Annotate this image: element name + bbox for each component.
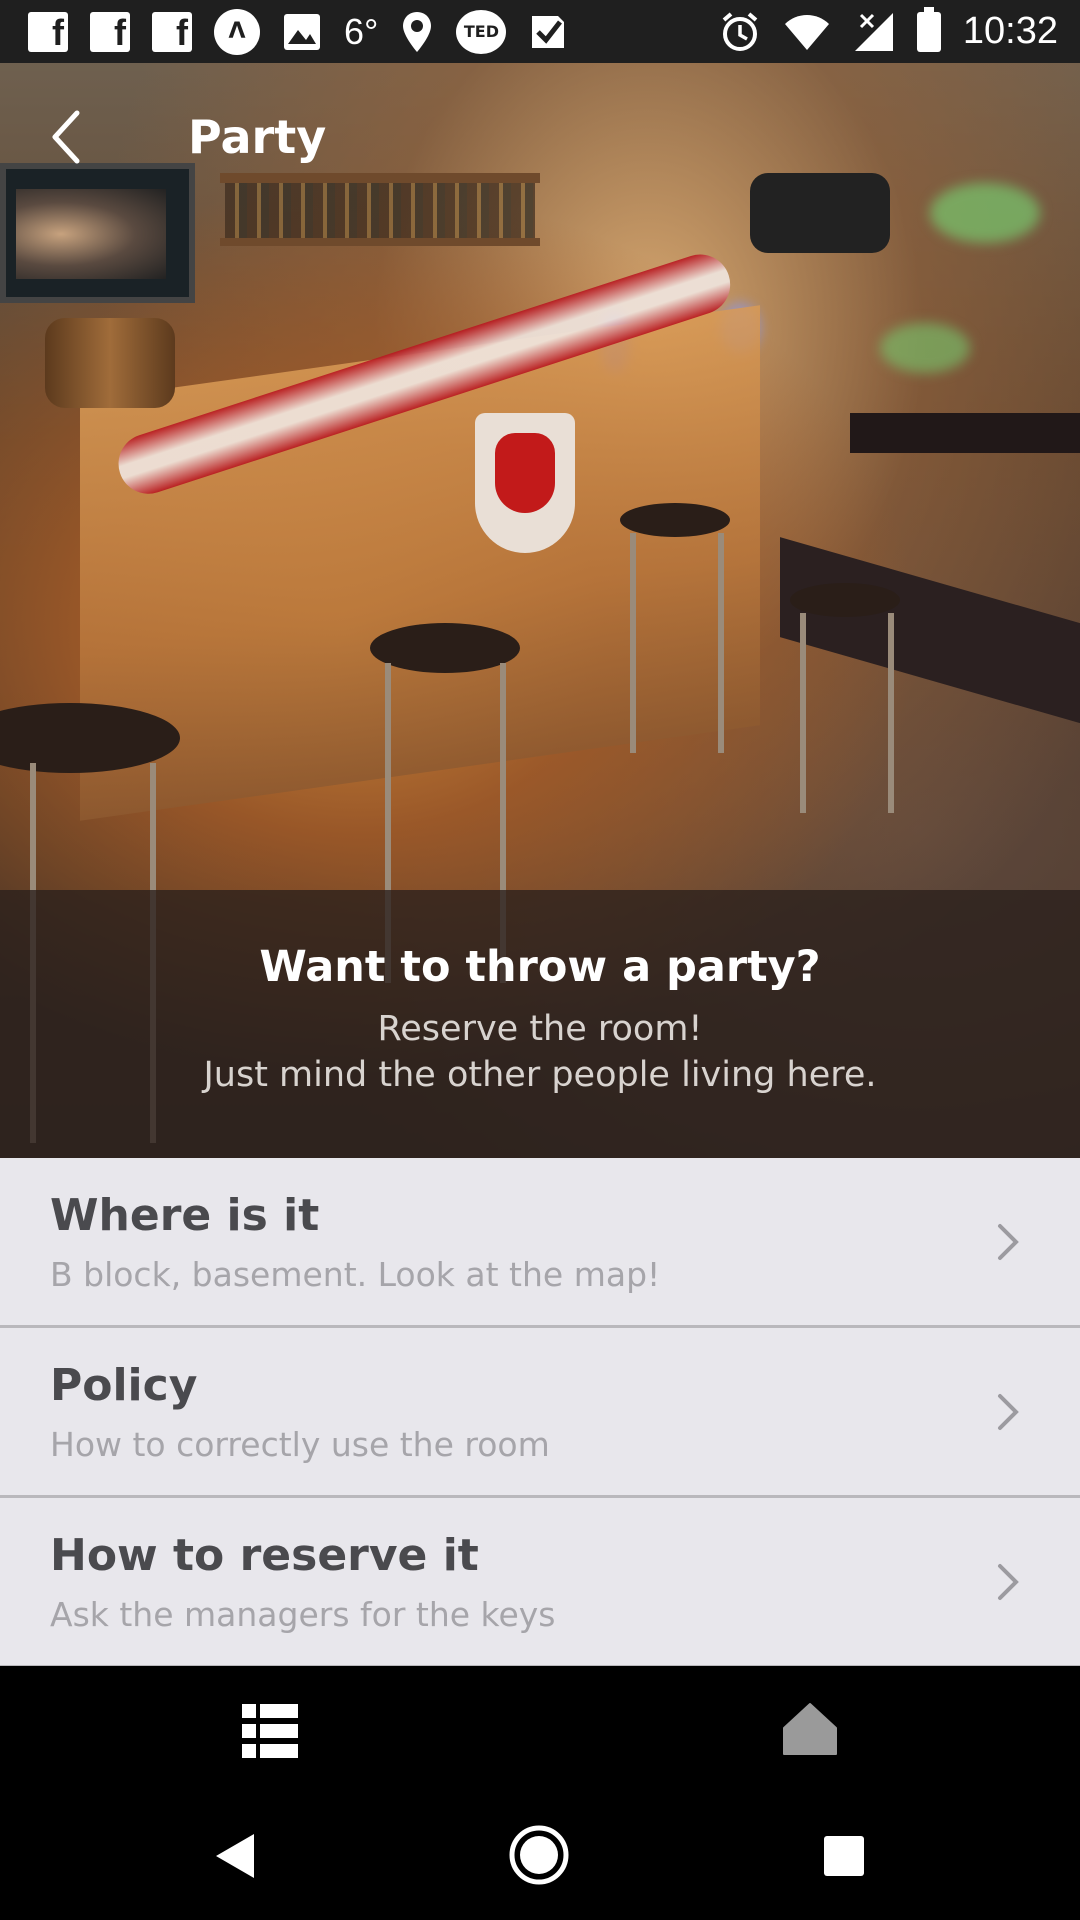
barrel <box>45 318 175 408</box>
stool <box>370 623 520 673</box>
facebook-notification-icon: f <box>152 11 192 53</box>
bottom-navigation <box>0 1666 1080 1794</box>
app-notification-icon: Λ <box>214 8 260 55</box>
battery-icon <box>916 6 941 52</box>
system-navigation-bar <box>0 1794 1080 1920</box>
chevron-right-icon <box>978 1212 1038 1272</box>
wifi-icon <box>784 14 829 50</box>
chevron-left-icon <box>52 110 80 164</box>
list-menu-icon[interactable] <box>242 1704 298 1758</box>
home-icon[interactable] <box>782 1702 838 1756</box>
list-item-subtitle: Ask the managers for the keys <box>50 1594 556 1634</box>
list-item-text: Where is it B block, basement. Look at t… <box>50 1190 978 1294</box>
list-item-title: Where is it <box>50 1189 320 1241</box>
image-notification-icon <box>284 13 320 50</box>
list-item-text: How to reserve it Ask the managers for t… <box>50 1530 978 1634</box>
table <box>850 413 1080 453</box>
system-back-icon[interactable] <box>214 1832 256 1880</box>
stool <box>790 583 900 617</box>
ted-notification-icon: TED <box>456 9 507 54</box>
list-item-policy[interactable]: Policy How to correctly use the room <box>0 1328 1080 1498</box>
chevron-right-icon <box>978 1552 1038 1612</box>
hero-caption: Want to throw a party? Reserve the room!… <box>0 890 1080 1158</box>
coat-of-arms <box>475 413 575 553</box>
shelf <box>220 238 540 246</box>
status-system: 10:32 <box>719 0 1058 63</box>
list-item-title: Policy <box>50 1359 198 1411</box>
cellular-signal-icon <box>854 12 893 51</box>
hero-headline: Want to throw a party? <box>259 942 821 992</box>
facebook-notification-icon: f <box>90 11 130 53</box>
info-list: Where is it B block, basement. Look at t… <box>0 1158 1080 1668</box>
list-item-subtitle: How to correctly use the room <box>50 1424 550 1464</box>
hero-subline: Just mind the other people living here. <box>203 1055 877 1095</box>
status-bar: f f f Λ 6° TED 10:32 <box>0 0 1080 63</box>
hero-subline: Reserve the room! <box>377 1009 703 1049</box>
chevron-right-icon <box>978 1382 1038 1442</box>
stool-leg <box>630 533 636 753</box>
clock-time: 10:32 <box>962 10 1058 52</box>
list-item-text: Policy How to correctly use the room <box>50 1360 978 1464</box>
checkmark-notification-icon <box>532 15 565 48</box>
table <box>780 537 1080 729</box>
stool <box>620 503 730 537</box>
stool-leg <box>888 613 894 813</box>
weather-temperature: 6° <box>344 10 379 52</box>
list-item-subtitle: B block, basement. Look at the map! <box>50 1254 661 1294</box>
system-home-icon[interactable] <box>508 1824 570 1886</box>
stool-leg <box>718 533 724 753</box>
system-recents-icon[interactable] <box>824 1836 864 1876</box>
location-pin-icon <box>403 11 432 52</box>
hero-subtext: Reserve the room! Just mind the other pe… <box>0 1006 1080 1098</box>
disco-light <box>880 323 970 373</box>
list-item-how-to-reserve[interactable]: How to reserve it Ask the managers for t… <box>0 1498 1080 1668</box>
alarm-clock-icon <box>722 11 758 51</box>
list-item-where-is-it[interactable]: Where is it B block, basement. Look at t… <box>0 1158 1080 1328</box>
back-button[interactable] <box>0 63 130 211</box>
facebook-notification-icon: f <box>28 11 68 53</box>
status-notifications: f f f Λ 6° TED <box>28 0 568 63</box>
stool-leg <box>800 613 806 813</box>
page-title: Party <box>188 110 327 164</box>
list-item-title: How to reserve it <box>50 1529 479 1581</box>
app-bar: Party <box>0 63 1080 211</box>
